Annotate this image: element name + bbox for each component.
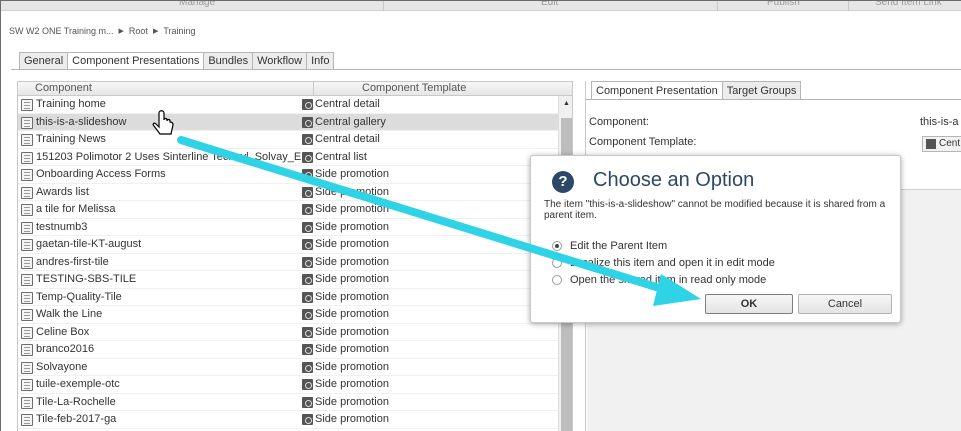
app-frame: Manage Edit Publish Send Item Link SW W2… <box>0 0 961 431</box>
annotation-overlay <box>152 110 701 306</box>
hand-cursor-icon <box>152 110 174 135</box>
annotation-arrow <box>177 136 701 306</box>
